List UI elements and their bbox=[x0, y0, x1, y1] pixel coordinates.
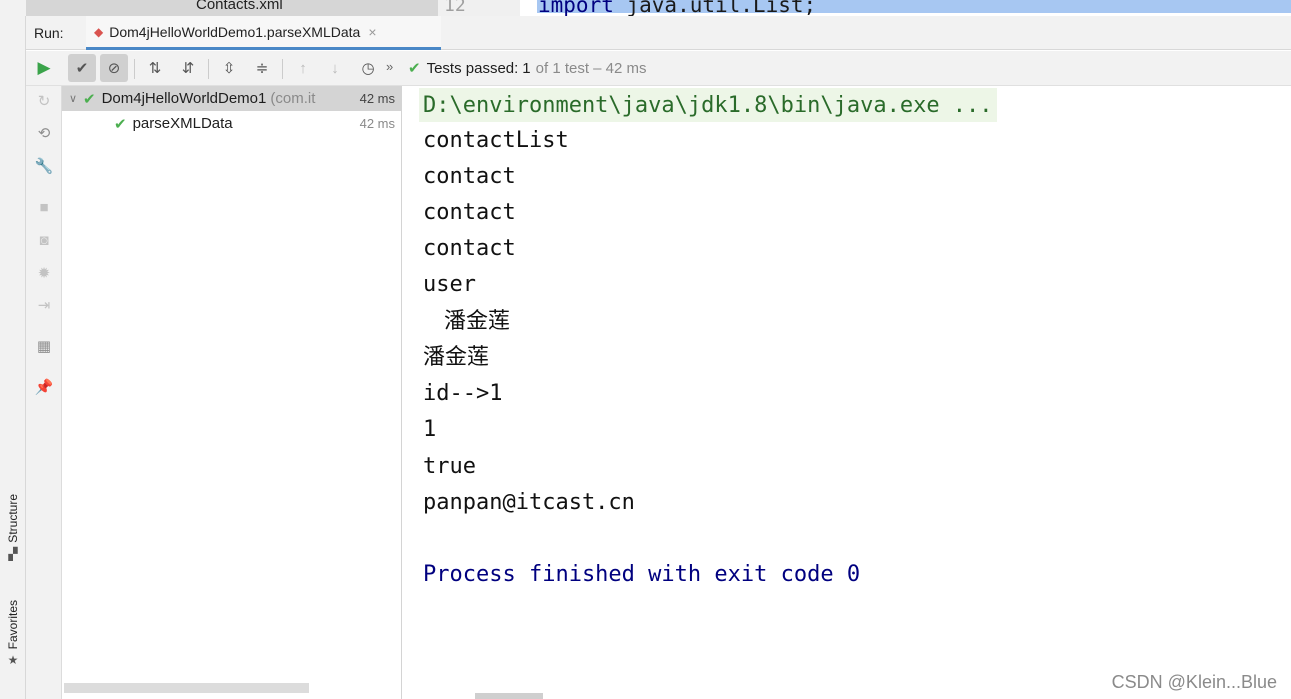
dump-threads-button[interactable]: ◙ bbox=[26, 227, 62, 253]
settings-button[interactable]: 🔧 bbox=[26, 153, 62, 179]
sort-by-duration-icon: ⇵ bbox=[181, 60, 195, 77]
sort-by-duration-button[interactable]: ⇵ bbox=[174, 54, 202, 82]
import-results-button[interactable]: ⇥ bbox=[26, 292, 62, 318]
editor-code-line[interactable]: import java.util.List; bbox=[538, 0, 816, 16]
show-passed-button[interactable]: ✔ bbox=[68, 54, 96, 82]
test-method-duration: 42 ms bbox=[359, 116, 395, 131]
check-icon: ✔ bbox=[75, 60, 89, 77]
previous-failed-button[interactable]: ↑ bbox=[289, 54, 317, 82]
console-line: contact bbox=[423, 236, 516, 261]
code-rest: java.util.List; bbox=[613, 0, 817, 16]
stop-icon: ■ bbox=[39, 198, 49, 216]
tree-horizontal-scrollbar[interactable] bbox=[64, 683, 309, 693]
show-ignored-button[interactable]: ⊘ bbox=[100, 54, 128, 82]
collapse-all-icon: ≑ bbox=[255, 60, 269, 77]
export-results-button[interactable]: ✹ bbox=[26, 260, 62, 286]
rerun-failed-button[interactable]: ↻ bbox=[26, 88, 62, 114]
test-class-name: Dom4jHelloWorldDemo1 bbox=[101, 90, 267, 107]
code-keyword: import bbox=[538, 0, 614, 16]
console-line: 潘金莲 bbox=[423, 309, 510, 334]
run-toolbar: ▶ ✔ ⊘ ⇅ ⇵ ⇳ ≑ ↑ ↓ ◷ » ✔ Tests passed: 1 … bbox=[26, 51, 1291, 86]
import-icon: ⇥ bbox=[37, 297, 51, 314]
layout-icon: ▦ bbox=[36, 338, 52, 355]
wrench-icon: 🔧 bbox=[34, 158, 54, 175]
console-command-line[interactable]: D:\environment\java\jdk1.8\bin\java.exe … bbox=[419, 88, 997, 122]
tests-passed-count: 1 bbox=[522, 59, 531, 77]
console-line: contact bbox=[423, 164, 516, 189]
sort-alphabetically-button[interactable]: ⇅ bbox=[141, 54, 169, 82]
project-file-item[interactable]: Contacts.xml bbox=[196, 0, 283, 13]
junit-test-icon: ◆ bbox=[94, 24, 104, 39]
chevron-down-icon[interactable]: ∨ bbox=[69, 92, 83, 105]
check-icon: ✔ bbox=[83, 90, 96, 108]
camera-icon: ◙ bbox=[39, 231, 49, 249]
arrow-up-icon: ↑ bbox=[299, 59, 307, 77]
auto-test-icon: ⟲ bbox=[37, 125, 51, 142]
process-finished-line: Process finished with exit code 0 bbox=[423, 562, 861, 587]
expand-all-button[interactable]: ⇳ bbox=[215, 54, 243, 82]
layout-button[interactable]: ▦ bbox=[26, 333, 62, 359]
favorites-tab-label: Favorites bbox=[6, 600, 20, 650]
console-output[interactable]: D:\environment\java\jdk1.8\bin\java.exe … bbox=[403, 86, 1291, 699]
test-status: ✔ Tests passed: 1 of 1 test – 42 ms bbox=[408, 59, 647, 78]
test-tree: ∨ ✔ Dom4jHelloWorldDemo1 (com.it 42 ms ✔… bbox=[62, 86, 402, 699]
rerun-failed-icon: ↻ bbox=[37, 93, 51, 110]
check-icon: ✔ bbox=[408, 60, 421, 77]
console-line: panpan@itcast.cn bbox=[423, 490, 635, 515]
pin-tab-button[interactable]: 📌 bbox=[26, 374, 62, 400]
favorites-tool-tab[interactable]: Favorites ★ bbox=[0, 600, 26, 667]
toolbar-divider bbox=[208, 59, 209, 79]
structure-tool-tab[interactable]: Structure ▞ bbox=[0, 494, 26, 561]
tree-row-test-method[interactable]: ✔ parseXMLData 42 ms bbox=[62, 111, 401, 136]
tests-summary: of 1 test – 42 ms bbox=[535, 59, 647, 77]
structure-icon: ▞ bbox=[8, 546, 18, 561]
gear-icon: ✹ bbox=[37, 265, 51, 282]
more-icon[interactable]: » bbox=[386, 59, 393, 74]
console-horizontal-scrollbar[interactable] bbox=[475, 693, 543, 699]
run-tab[interactable]: ◆ Dom4jHelloWorldDemo1.parseXMLData × bbox=[86, 16, 441, 50]
run-label: Run: bbox=[34, 25, 64, 41]
arrow-down-icon: ↓ bbox=[331, 59, 339, 77]
console-line: contact bbox=[423, 200, 516, 225]
toolbar-divider bbox=[282, 59, 283, 79]
collapse-all-button[interactable]: ≑ bbox=[248, 54, 276, 82]
console-line: true bbox=[423, 454, 476, 479]
watermark: CSDN @Klein...Blue bbox=[1111, 672, 1277, 692]
rerun-button[interactable]: ▶ bbox=[30, 54, 58, 82]
expand-all-icon: ⇳ bbox=[222, 60, 236, 77]
run-tab-title: Dom4jHelloWorldDemo1.parseXMLData bbox=[109, 23, 361, 40]
editor-sliver: Contacts.xml 12 import java.util.List; bbox=[0, 0, 1291, 16]
next-failed-button[interactable]: ↓ bbox=[321, 54, 349, 82]
rerun-icon: ▶ bbox=[37, 58, 51, 77]
project-pane-sliver: Contacts.xml bbox=[26, 0, 438, 16]
test-class-duration: 42 ms bbox=[359, 91, 395, 106]
ignored-icon: ⊘ bbox=[107, 60, 121, 77]
structure-tab-label: Structure bbox=[6, 494, 20, 543]
close-icon[interactable]: × bbox=[368, 24, 376, 40]
tree-row-test-class[interactable]: ∨ ✔ Dom4jHelloWorldDemo1 (com.it 42 ms bbox=[62, 86, 401, 111]
test-history-button[interactable]: ◷ bbox=[354, 54, 382, 82]
check-icon: ✔ bbox=[114, 115, 127, 133]
left-tool-stripe: Structure ▞ Favorites ★ bbox=[0, 16, 26, 699]
run-panel-header: Run: ◆ Dom4jHelloWorldDemo1.parseXMLData… bbox=[26, 16, 1291, 50]
stop-button[interactable]: ■ bbox=[26, 194, 62, 220]
console-line: user bbox=[423, 272, 476, 297]
test-class-package: (com.it bbox=[270, 90, 316, 107]
console-line: 潘金莲 bbox=[423, 345, 490, 370]
run-side-toolbar: ↻ ⟲ 🔧 ■ ◙ ✹ ⇥ ▦ 📌 bbox=[26, 86, 62, 699]
history-icon: ◷ bbox=[361, 60, 375, 77]
sort-alphabetically-icon: ⇅ bbox=[148, 60, 162, 77]
tests-passed-label: Tests passed: bbox=[426, 59, 519, 77]
console-line: id-->1 bbox=[423, 381, 503, 406]
console-line: contactList bbox=[423, 128, 569, 153]
toggle-auto-test-button[interactable]: ⟲ bbox=[26, 120, 62, 146]
star-icon: ★ bbox=[7, 653, 19, 668]
console-line: 1 bbox=[423, 417, 437, 442]
toolbar-divider bbox=[134, 59, 135, 79]
line-number: 12 bbox=[444, 0, 466, 16]
pin-icon: 📌 bbox=[34, 379, 54, 396]
test-method-name: parseXMLData bbox=[132, 115, 233, 132]
